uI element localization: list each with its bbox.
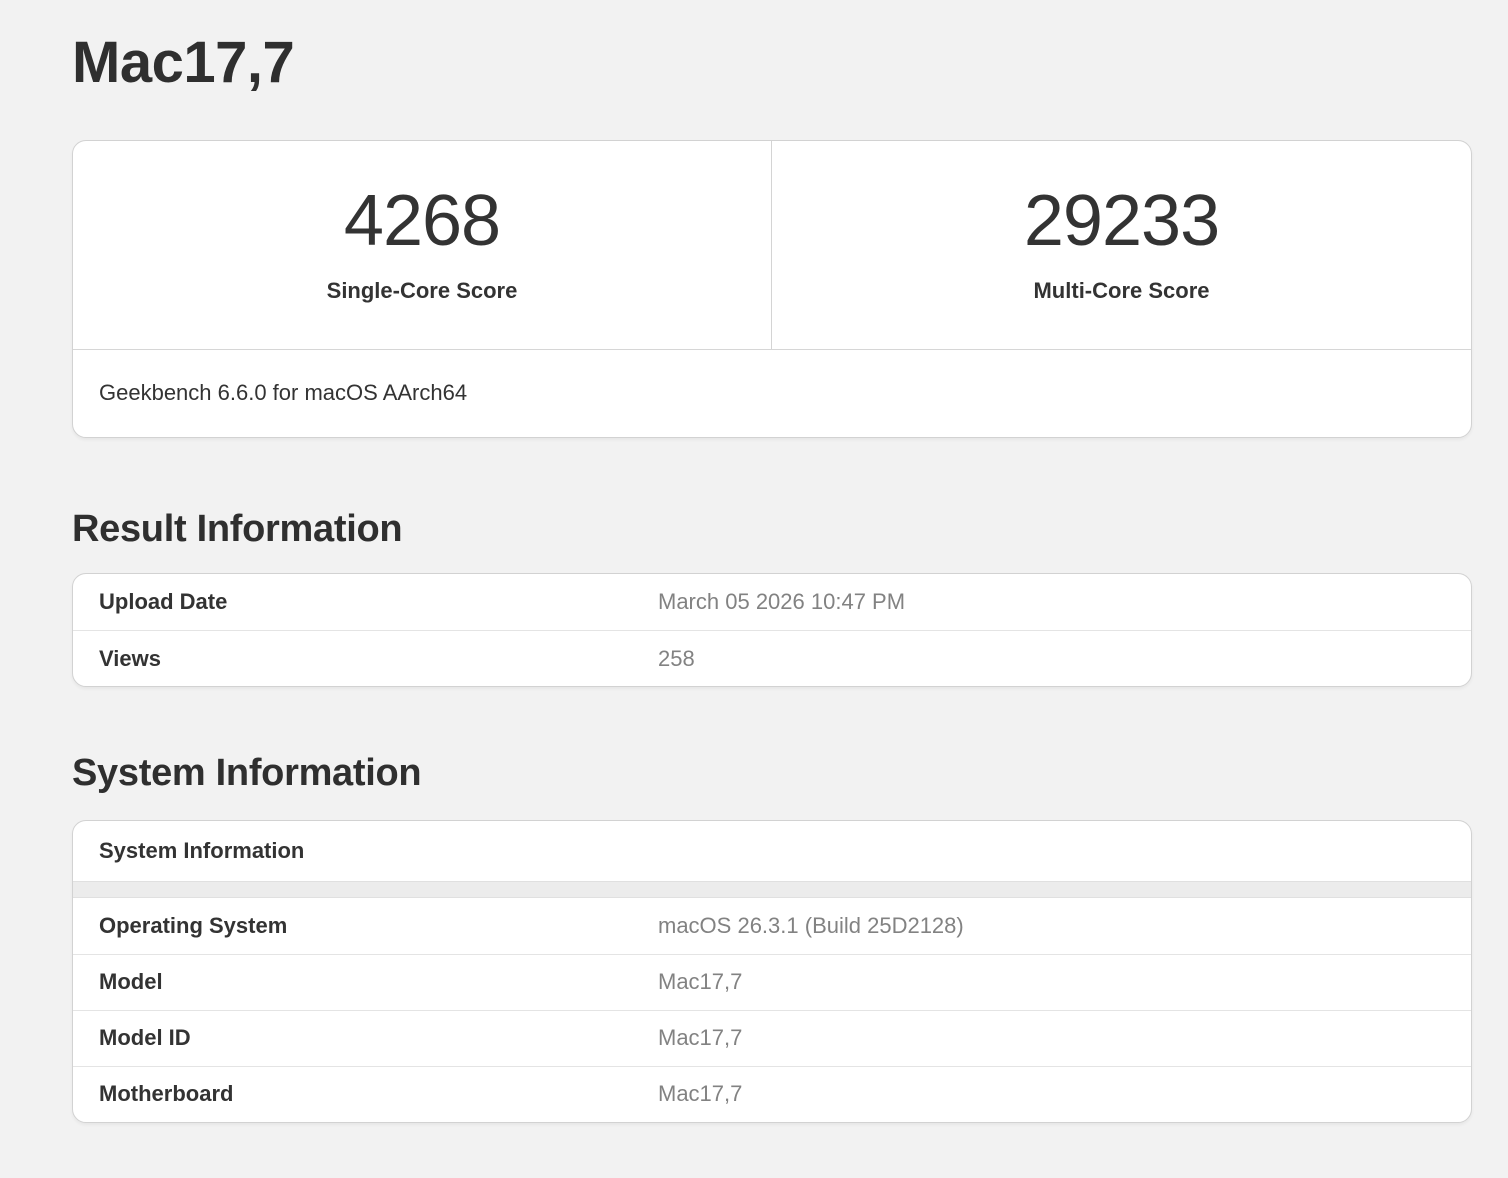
geekbench-result-page: Mac17,7 4268 Single-Core Score 29233 Mul… (72, 28, 1472, 1123)
model-label: Model (99, 969, 163, 995)
multi-core-score-label: Multi-Core Score (1033, 278, 1210, 304)
system-information-heading: System Information (72, 752, 422, 795)
single-core-score-label: Single-Core Score (326, 278, 518, 304)
score-row: 4268 Single-Core Score 29233 Multi-Core … (73, 140, 1471, 349)
single-core-score-value: 4268 (343, 181, 501, 262)
model-id-value: Mac17,7 (658, 1025, 743, 1051)
upload-date-label: Upload Date (99, 589, 228, 615)
operating-system-label: Operating System (99, 912, 288, 938)
single-core-score-cell: 4268 Single-Core Score (73, 140, 772, 349)
score-summary-card: 4268 Single-Core Score 29233 Multi-Core … (72, 139, 1472, 438)
system-information-card: System Information Operating System macO… (72, 819, 1472, 1123)
table-row-model: Model Mac17,7 (73, 953, 1471, 1010)
result-information-heading: Result Information (72, 507, 403, 550)
result-information-card: Upload Date March 05 2026 10:47 PM Views… (72, 573, 1472, 688)
table-row-views: Views 258 (73, 630, 1471, 686)
model-value: Mac17,7 (658, 969, 743, 995)
system-information-table-header: System Information (99, 837, 305, 863)
upload-date-value: March 05 2026 10:47 PM (658, 589, 906, 615)
model-id-label: Model ID (99, 1025, 191, 1051)
benchmark-version-text: Geekbench 6.6.0 for macOS AArch64 (73, 348, 1471, 437)
motherboard-label: Motherboard (99, 1081, 234, 1107)
table-header-divider (73, 880, 1471, 898)
table-row-upload-date: Upload Date March 05 2026 10:47 PM (73, 574, 1471, 630)
views-value: 258 (658, 645, 695, 671)
page-title: Mac17,7 (72, 30, 295, 95)
table-row-operating-system: Operating System macOS 26.3.1 (Build 25D… (73, 898, 1471, 954)
multi-core-score-cell: 29233 Multi-Core Score (772, 141, 1471, 349)
views-label: Views (99, 645, 161, 671)
table-row-model-id: Model ID Mac17,7 (73, 1009, 1471, 1066)
operating-system-value: macOS 26.3.1 (Build 25D2128) (658, 912, 964, 938)
motherboard-value: Mac17,7 (658, 1081, 743, 1107)
multi-core-score-value: 29233 (1023, 181, 1220, 262)
table-row-motherboard: Motherboard Mac17,7 (73, 1065, 1471, 1122)
